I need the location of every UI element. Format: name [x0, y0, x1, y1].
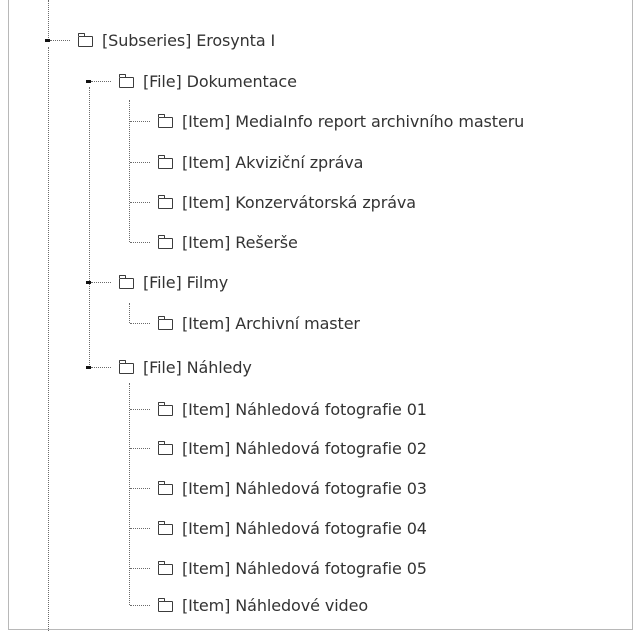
tree-stub	[130, 242, 150, 243]
folder-icon	[158, 598, 173, 612]
tree-stub	[91, 367, 111, 368]
node-label: [Item] Archivní master	[182, 314, 360, 333]
folder-icon	[78, 33, 93, 47]
tree-node-item[interactable]: [Item] Konzervátorská zpráva	[158, 191, 416, 215]
folder-icon	[158, 402, 173, 416]
tree-node-item[interactable]: [Item] Archivní master	[158, 312, 360, 336]
tree-node-item[interactable]: [Item] Náhledová fotografie 01	[158, 398, 427, 422]
tree-node-item[interactable]: [Item] Náhledová fotografie 02	[158, 437, 427, 461]
tree-node-item[interactable]: [Item] MediaInfo report archivního maste…	[158, 110, 524, 134]
node-label: [Item] Rešerše	[182, 233, 298, 252]
tree-node-item[interactable]: [Item] Náhledová fotografie 03	[158, 477, 427, 501]
tree-node-item[interactable]: [Item] Rešerše	[158, 231, 298, 255]
node-label: [Item] Konzervátorská zpráva	[182, 193, 416, 212]
node-label: [Item] Náhledová fotografie 03	[182, 479, 427, 498]
node-label: [Item] Náhledová fotografie 01	[182, 400, 427, 419]
expanded-toggle-icon[interactable]	[86, 80, 91, 83]
node-label: [File] Náhledy	[143, 358, 252, 377]
tree-stub	[130, 568, 150, 569]
tree-stub	[130, 605, 150, 606]
folder-icon	[158, 114, 173, 128]
tree-node-subseries[interactable]: [Subseries] Erosynta I	[78, 29, 275, 53]
tree-stub	[130, 121, 150, 122]
tree-connector-root	[48, 47, 49, 631]
tree-stub	[130, 323, 150, 324]
folder-icon	[158, 441, 173, 455]
node-label: [Item] Náhledová fotografie 05	[182, 559, 427, 578]
expanded-toggle-icon[interactable]	[86, 281, 91, 284]
folder-icon	[119, 74, 134, 88]
tree-stub	[91, 81, 111, 82]
expanded-toggle-icon[interactable]	[45, 39, 50, 42]
folder-icon	[119, 360, 134, 374]
node-label: [Subseries] Erosynta I	[102, 31, 276, 50]
node-label: [Item] MediaInfo report archivního maste…	[182, 112, 525, 131]
node-label: [File] Filmy	[143, 273, 229, 292]
tree-connector-root-upper	[48, 0, 49, 40]
tree-node-item[interactable]: [Item] Náhledová fotografie 04	[158, 517, 427, 541]
tree-stub	[130, 202, 150, 203]
tree-stub	[130, 409, 150, 410]
node-label: [Item] Náhledové video	[182, 596, 369, 615]
node-label: [Item] Akviziční zpráva	[182, 153, 364, 172]
tree-node-item[interactable]: [Item] Náhledová fotografie 05	[158, 557, 427, 581]
folder-icon	[158, 521, 173, 535]
tree-connector-filmy	[129, 303, 130, 323]
tree-stub	[130, 488, 150, 489]
tree-stub	[130, 528, 150, 529]
tree-node-file[interactable]: [File] Náhledy	[119, 356, 252, 380]
tree-stub	[130, 162, 150, 163]
tree-connector-level1	[89, 87, 90, 367]
tree-node-file[interactable]: [File] Dokumentace	[119, 70, 297, 94]
folder-icon	[158, 561, 173, 575]
expanded-toggle-icon[interactable]	[86, 366, 91, 369]
tree-stub	[91, 282, 111, 283]
node-label: [Item] Náhledová fotografie 04	[182, 519, 427, 538]
tree-connector-nahledy	[129, 383, 130, 605]
tree-node-item[interactable]: [Item] Náhledové video	[158, 594, 368, 618]
folder-icon	[158, 481, 173, 495]
tree-stub	[130, 448, 150, 449]
folder-icon	[158, 316, 173, 330]
folder-icon	[158, 155, 173, 169]
tree-node-item[interactable]: [Item] Akviziční zpráva	[158, 151, 363, 175]
node-label: [Item] Náhledová fotografie 02	[182, 439, 427, 458]
folder-icon	[158, 195, 173, 209]
node-label: [File] Dokumentace	[143, 72, 297, 91]
archive-tree: [Subseries] Erosynta I [File] Dokumentac…	[0, 0, 634, 631]
folder-icon	[119, 275, 134, 289]
folder-icon	[158, 235, 173, 249]
tree-stub	[50, 40, 70, 41]
tree-node-file[interactable]: [File] Filmy	[119, 271, 228, 295]
